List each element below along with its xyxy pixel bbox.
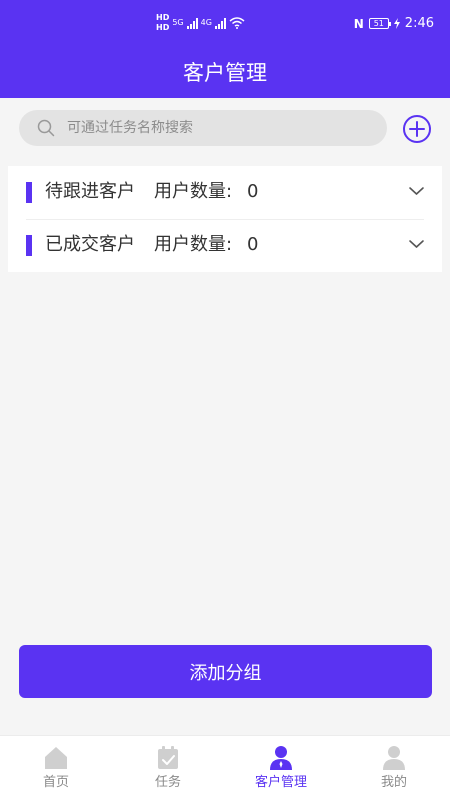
profile-icon <box>383 746 405 770</box>
hd-indicator: HD HD <box>156 14 169 32</box>
group-name: 待跟进客户 <box>45 181 135 202</box>
signal-icon <box>186 17 198 29</box>
customer-icon <box>270 746 292 770</box>
group-row-following[interactable]: 待跟进客户 用户数量: 0 <box>8 166 442 219</box>
wifi-icon <box>229 17 245 29</box>
home-icon <box>45 747 67 769</box>
status-bar: HD HD 5G 4G N 51 2:46 <box>0 0 450 50</box>
hd1-label: HD <box>156 13 170 22</box>
status-bar-right: N 51 2:46 <box>354 16 434 31</box>
tab-label: 首页 <box>42 775 69 790</box>
tab-tasks[interactable]: 任务 <box>112 736 224 800</box>
clock: 2:46 <box>404 16 434 31</box>
bottom-tab-bar: 首页 任务 客户管理 我的 <box>0 735 450 800</box>
network-5g-label: 5G <box>172 18 184 27</box>
search-icon <box>37 119 55 137</box>
group-count: 0 <box>247 181 259 202</box>
status-bar-left: HD HD 5G 4G <box>156 14 245 32</box>
tab-label: 我的 <box>380 775 407 790</box>
group-accent-bar <box>26 235 32 256</box>
tab-label: 客户管理 <box>254 775 307 790</box>
tab-home[interactable]: 首页 <box>0 736 112 800</box>
search-input[interactable] <box>67 110 367 146</box>
group-count-label: 用户数量: <box>154 181 233 202</box>
group-accent-bar <box>26 182 32 203</box>
signal-icon-2 <box>214 17 226 29</box>
tab-mine[interactable]: 我的 <box>338 736 450 800</box>
tab-customer-management[interactable]: 客户管理 <box>225 736 337 800</box>
customer-group-list: 待跟进客户 用户数量: 0 已成交客户 用户数量: 0 <box>8 166 442 272</box>
battery-icon: 51 <box>368 18 391 29</box>
search-bar[interactable] <box>19 110 387 146</box>
hd2-label: HD <box>156 23 170 32</box>
chevron-down-icon[interactable] <box>408 238 425 250</box>
group-count-label: 用户数量: <box>154 234 233 255</box>
chevron-down-icon[interactable] <box>408 185 425 197</box>
group-row-closed[interactable]: 已成交客户 用户数量: 0 <box>8 219 442 272</box>
page-title: 客户管理 <box>183 61 267 85</box>
group-count: 0 <box>247 234 259 255</box>
charging-icon <box>393 18 400 29</box>
app-header: HD HD 5G 4G N 51 2:46 客户管理 <box>0 0 450 98</box>
add-group-button[interactable]: 添加分组 <box>19 645 432 698</box>
tab-label: 任务 <box>154 775 181 790</box>
task-icon <box>158 746 178 769</box>
nfc-icon: N <box>353 16 364 31</box>
network-4g-label: 4G <box>200 18 212 27</box>
group-name: 已成交客户 <box>45 234 135 255</box>
add-button[interactable] <box>402 114 432 144</box>
